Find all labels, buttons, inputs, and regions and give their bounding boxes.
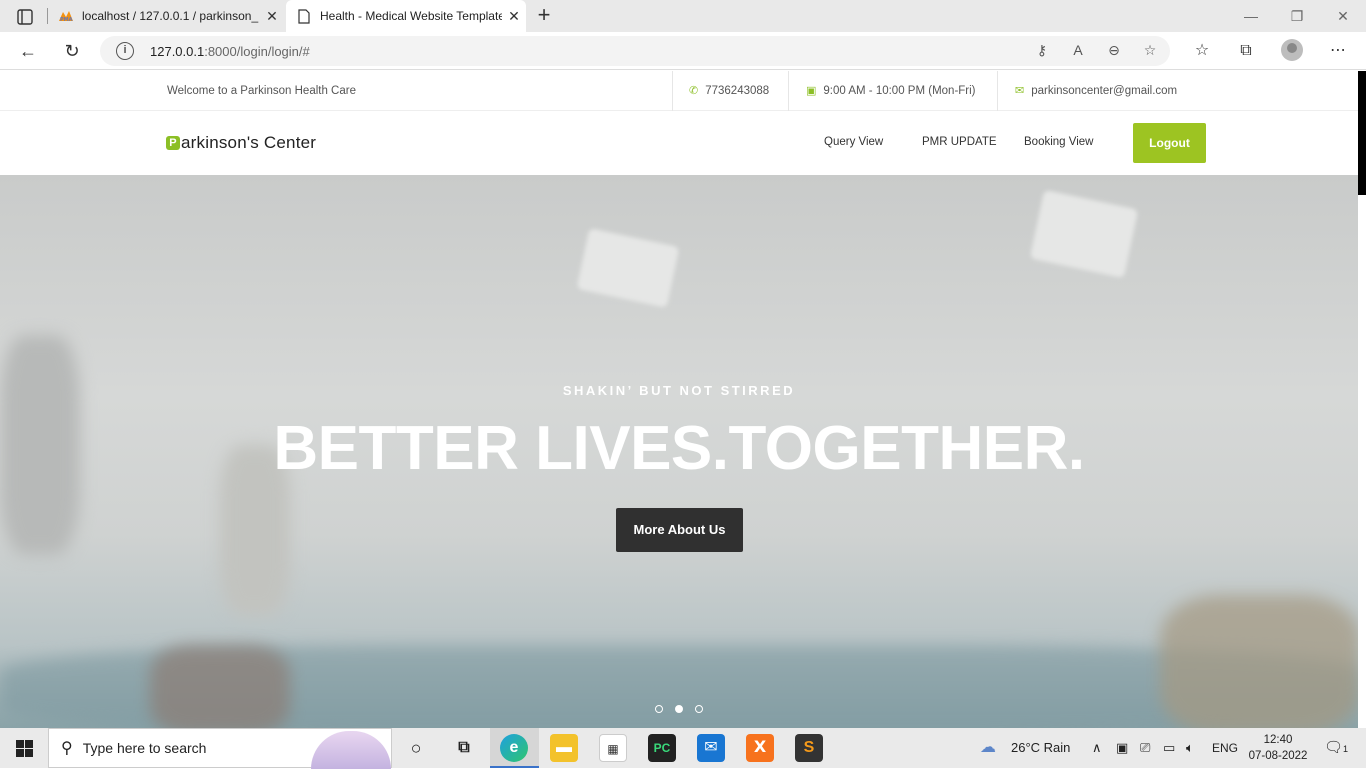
new-tab-button[interactable]: + [532, 4, 556, 28]
search-icon: ⚲ [61, 740, 73, 757]
read-aloud-icon[interactable]: A [1068, 42, 1088, 60]
logout-button[interactable]: Logout [1133, 123, 1206, 163]
opening-hours: 9:00 AM - 10:00 PM (Mon-Fri) [823, 84, 976, 97]
back-icon[interactable]: ← [15, 39, 41, 63]
xampp-icon[interactable]: ꓫ [746, 734, 774, 762]
favorites-icon[interactable]: ☆ [1191, 40, 1213, 62]
store-icon[interactable]: ▦ [599, 734, 627, 762]
hero-tagline: SHAKIN’ BUT NOT STIRRED [562, 383, 796, 398]
phone-contact: ✆ 7736243088 [689, 84, 770, 98]
site-logo[interactable]: P arkinson's Center [166, 133, 316, 153]
url-field[interactable]: i 127.0.0.1:8000/login/login/# ⚷ A ⊖ ☆ [100, 36, 1170, 66]
more-options-icon[interactable]: ⋯ [1327, 40, 1349, 62]
show-hidden-icons-icon[interactable]: ∧ [1092, 728, 1102, 768]
email-address: parkinsoncenter@gmail.com [1031, 84, 1178, 97]
url-text[interactable]: 127.0.0.1:8000/login/login/# [150, 44, 310, 59]
profile-avatar[interactable] [1281, 39, 1303, 61]
clock[interactable]: 12:40 07-08-2022 [1246, 732, 1310, 764]
clock-time: 12:40 [1263, 734, 1293, 746]
browser-tab-bar: PMA localhost / 127.0.0.1 / parkinson_ ✕… [0, 0, 1366, 32]
collections-icon[interactable]: ⧉ [1235, 40, 1257, 62]
logo-text: arkinson's Center [181, 133, 317, 152]
phone-number: 7736243088 [705, 84, 770, 97]
language-indicator[interactable]: ENG [1212, 728, 1238, 768]
scrollbar-thumb[interactable] [1358, 71, 1366, 195]
logo-mark-icon: P [166, 136, 180, 150]
volume-icon[interactable]: 🔈︎ [1186, 728, 1194, 768]
carousel-dot[interactable] [655, 705, 663, 713]
clock-date: 07-08-2022 [1248, 750, 1308, 762]
phone-icon: ✆ [689, 85, 699, 97]
search-highlight-image [311, 731, 391, 769]
task-view-icon[interactable]: ⧉ [450, 734, 478, 762]
carousel-indicators [655, 705, 703, 713]
calendar-icon: ▣ [806, 85, 817, 97]
windows-taskbar: ⚲ Type here to search ○ ⧉ e ▬ ▦ PC ✉ ꓫ S… [0, 728, 1366, 769]
carousel-dot[interactable] [695, 705, 703, 713]
display-icon[interactable]: ⎚ [1140, 728, 1150, 768]
pycharm-icon[interactable]: PC [648, 734, 676, 762]
divider [672, 71, 673, 111]
tab-phpmyadmin[interactable]: PMA localhost / 127.0.0.1 / parkinson_ ✕ [48, 0, 284, 32]
key-icon[interactable]: ⚷ [1032, 42, 1052, 60]
hero-headline: BETTER LIVES.TOGETHER. [273, 414, 1085, 483]
background-shape [150, 645, 290, 728]
windows-start-icon[interactable] [0, 728, 48, 768]
hero-carousel: SHAKIN’ BUT NOT STIRRED BETTER LIVES.TOG… [0, 175, 1358, 728]
top-info-bar: Welcome to a Parkinson Health Care ✆ 773… [0, 71, 1358, 111]
file-explorer-icon[interactable]: ▬ [550, 734, 578, 762]
refresh-icon[interactable]: ↻ [59, 39, 85, 63]
weather-icon[interactable]: ☁ [980, 728, 996, 768]
edge-browser-icon[interactable]: e [500, 734, 528, 762]
meet-now-icon[interactable]: ▣ [1116, 728, 1128, 768]
web-page: Welcome to a Parkinson Health Care ✆ 773… [0, 71, 1358, 728]
url-path: :8000/login/login/# [204, 44, 310, 59]
page-scrollbar[interactable] [1358, 71, 1366, 728]
carousel-dot-active[interactable] [675, 705, 683, 713]
background-shape [1160, 595, 1358, 728]
nav-booking-view[interactable]: Booking View [1024, 136, 1093, 148]
ceiling-light [576, 228, 680, 308]
battery-icon[interactable]: ▭ [1163, 728, 1175, 768]
nav-pmr-update[interactable]: PMR UPDATE [922, 136, 997, 148]
close-window-icon[interactable]: ✕ [1320, 0, 1366, 32]
svg-text:PMA: PMA [60, 17, 73, 22]
sublime-text-icon[interactable]: S [795, 734, 823, 762]
weather-text[interactable]: 26°C Rain [1011, 728, 1070, 768]
restore-icon[interactable]: ❐ [1274, 0, 1320, 32]
zoom-out-icon[interactable]: ⊖ [1104, 42, 1124, 60]
phpmyadmin-icon: PMA [58, 8, 74, 24]
welcome-text: Welcome to a Parkinson Health Care [167, 85, 356, 97]
tab-health[interactable]: Health - Medical Website Template ✕ [286, 0, 526, 32]
close-tab-icon[interactable]: ✕ [260, 8, 284, 25]
url-host: 127.0.0.1 [150, 44, 205, 59]
ceiling-light [1029, 189, 1139, 279]
more-about-us-button[interactable]: More About Us [616, 508, 743, 552]
envelope-icon: ✉ [1015, 85, 1025, 97]
main-navbar: P arkinson's Center Query View PMR UPDAT… [0, 112, 1358, 175]
divider [788, 71, 789, 111]
mail-icon[interactable]: ✉ [697, 734, 725, 762]
minimize-icon[interactable]: — [1228, 0, 1274, 32]
nav-query-view[interactable]: Query View [824, 136, 883, 148]
tab-title: localhost / 127.0.0.1 / parkinson_ [82, 9, 259, 23]
document-icon [296, 8, 312, 24]
divider [997, 71, 998, 111]
tab-actions-icon[interactable] [10, 7, 40, 27]
notification-count: 1 [1343, 744, 1349, 754]
tab-title: Health - Medical Website Template [320, 9, 502, 23]
address-bar-row: ← ↻ i 127.0.0.1:8000/login/login/# ⚷ A ⊖… [0, 32, 1366, 70]
close-tab-icon[interactable]: ✕ [502, 8, 526, 25]
email-contact: ✉ parkinsoncenter@gmail.com [1015, 84, 1178, 98]
search-placeholder: Type here to search [82, 740, 207, 756]
cortana-icon[interactable]: ○ [402, 734, 430, 762]
site-info-icon[interactable]: i [116, 42, 134, 60]
taskbar-search-box[interactable]: ⚲ Type here to search [48, 728, 392, 769]
hours-contact: ▣ 9:00 AM - 10:00 PM (Mon-Fri) [806, 84, 976, 98]
add-favorite-icon[interactable]: ☆ [1140, 42, 1160, 60]
notifications-icon[interactable]: 🗨︎1 [1324, 728, 1348, 768]
